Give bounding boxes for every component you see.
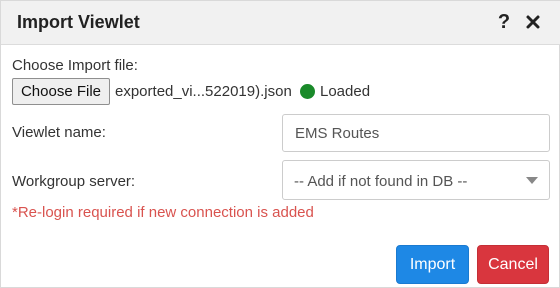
dialog-header: Import Viewlet ? [1, 1, 560, 45]
import-file-label: Choose Import file: [12, 57, 138, 74]
import-viewlet-dialog: Import Viewlet ? Choose Import file: Cho… [0, 0, 560, 288]
workgroup-server-select[interactable]: -- Add if not found in DB -- [282, 160, 550, 200]
chevron-down-icon [526, 177, 538, 184]
relogin-note: *Re-login required if new connection is … [12, 204, 314, 221]
viewlet-name-label: Viewlet name: [12, 124, 106, 141]
dialog-title: Import Viewlet [17, 12, 140, 32]
viewlet-name-input[interactable] [282, 114, 550, 152]
import-button[interactable]: Import [396, 245, 469, 284]
workgroup-server-selected-value: -- Add if not found in DB -- [294, 173, 468, 190]
cancel-button[interactable]: Cancel [477, 245, 549, 284]
close-icon[interactable] [523, 12, 543, 32]
help-icon[interactable]: ? [495, 10, 513, 34]
loaded-status-text: Loaded [320, 83, 371, 100]
close-x-glyph [526, 15, 540, 29]
workgroup-server-label: Workgroup server: [12, 173, 136, 190]
loaded-status-dot-icon [300, 84, 315, 99]
choose-file-button[interactable]: Choose File [12, 78, 110, 105]
selected-file-name: exported_vi...522019).json [115, 83, 292, 100]
